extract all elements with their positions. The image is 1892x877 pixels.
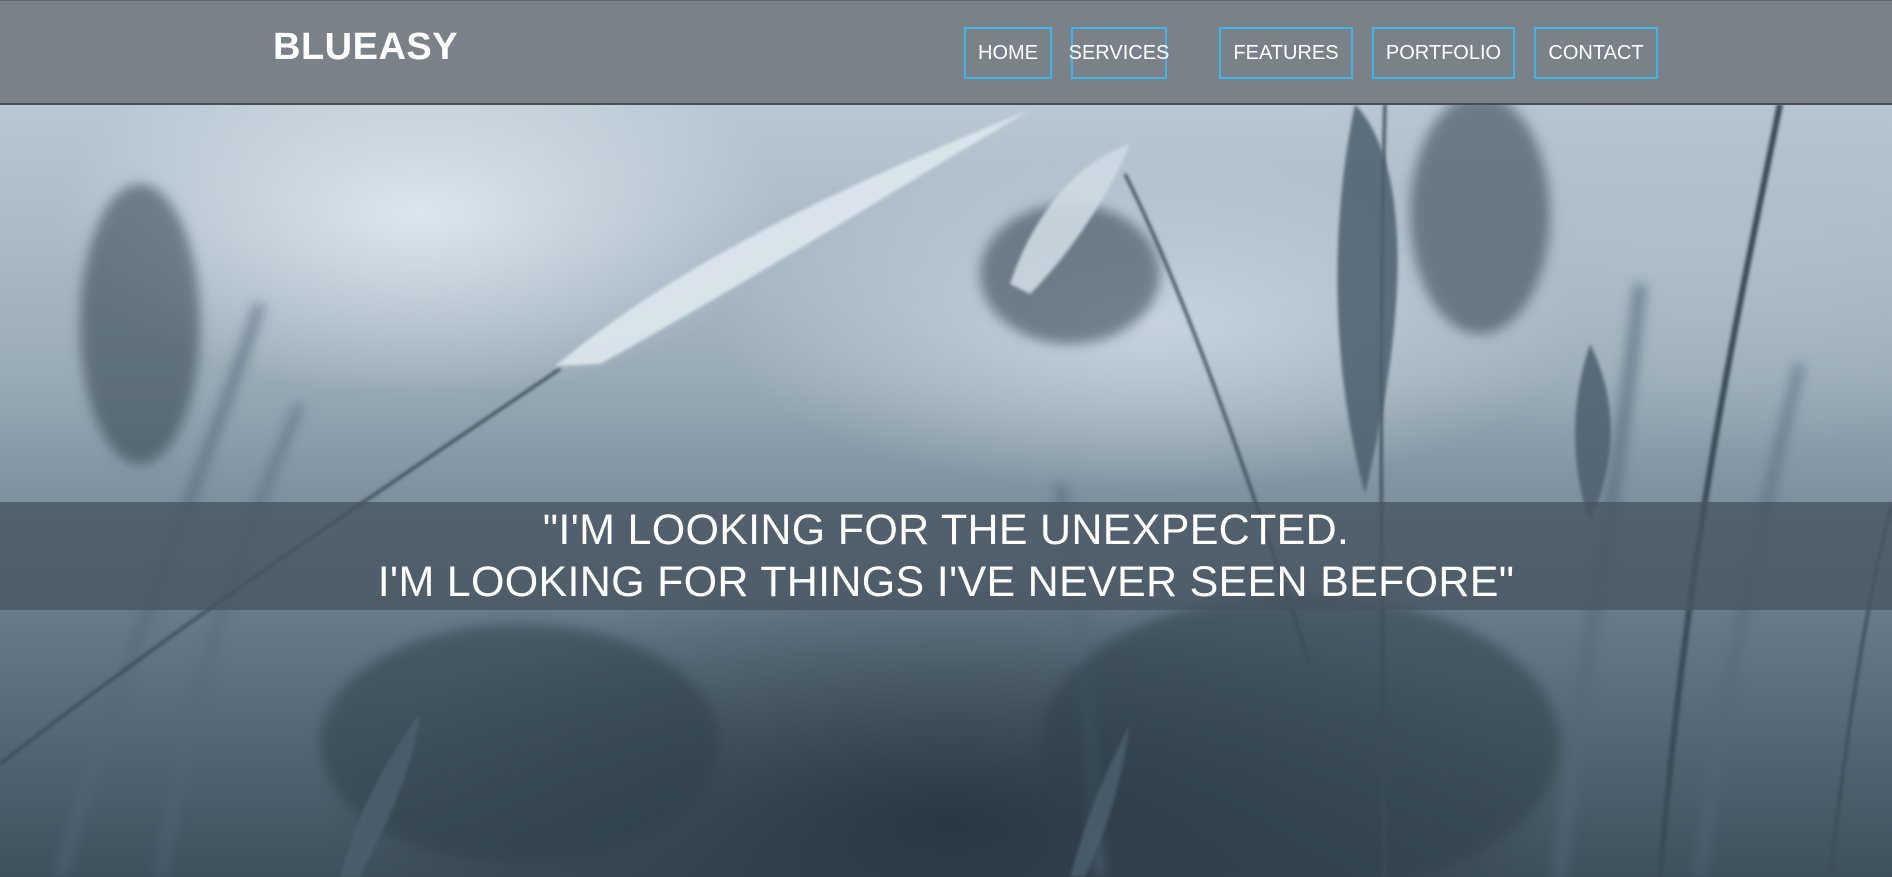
nav-features-button[interactable]: FEATURES (1219, 27, 1353, 79)
nav-services-button[interactable]: SERVICES (1069, 27, 1169, 79)
quote-banner: "I'M LOOKING FOR THE UNEXPECTED. I'M LOO… (0, 502, 1892, 610)
wheat-field-illustration (0, 104, 1892, 877)
quote-line-2: I'M LOOKING FOR THINGS I'VE NEVER SEEN B… (377, 558, 1515, 606)
nav-portfolio-button[interactable]: PORTFOLIO (1372, 27, 1515, 79)
nav-contact-button[interactable]: CONTACT (1534, 27, 1658, 79)
site-header: BLUEASY HOME SERVICES FEATURES PORTFOLIO… (0, 0, 1892, 105)
nav-home-button[interactable]: HOME (964, 27, 1052, 79)
quote-line-1: "I'M LOOKING FOR THE UNEXPECTED. (542, 506, 1350, 554)
main-navigation: HOME SERVICES FEATURES PORTFOLIO CONTACT (0, 27, 1892, 79)
hero-background-image (0, 104, 1892, 877)
page: BLUEASY HOME SERVICES FEATURES PORTFOLIO… (0, 0, 1892, 877)
